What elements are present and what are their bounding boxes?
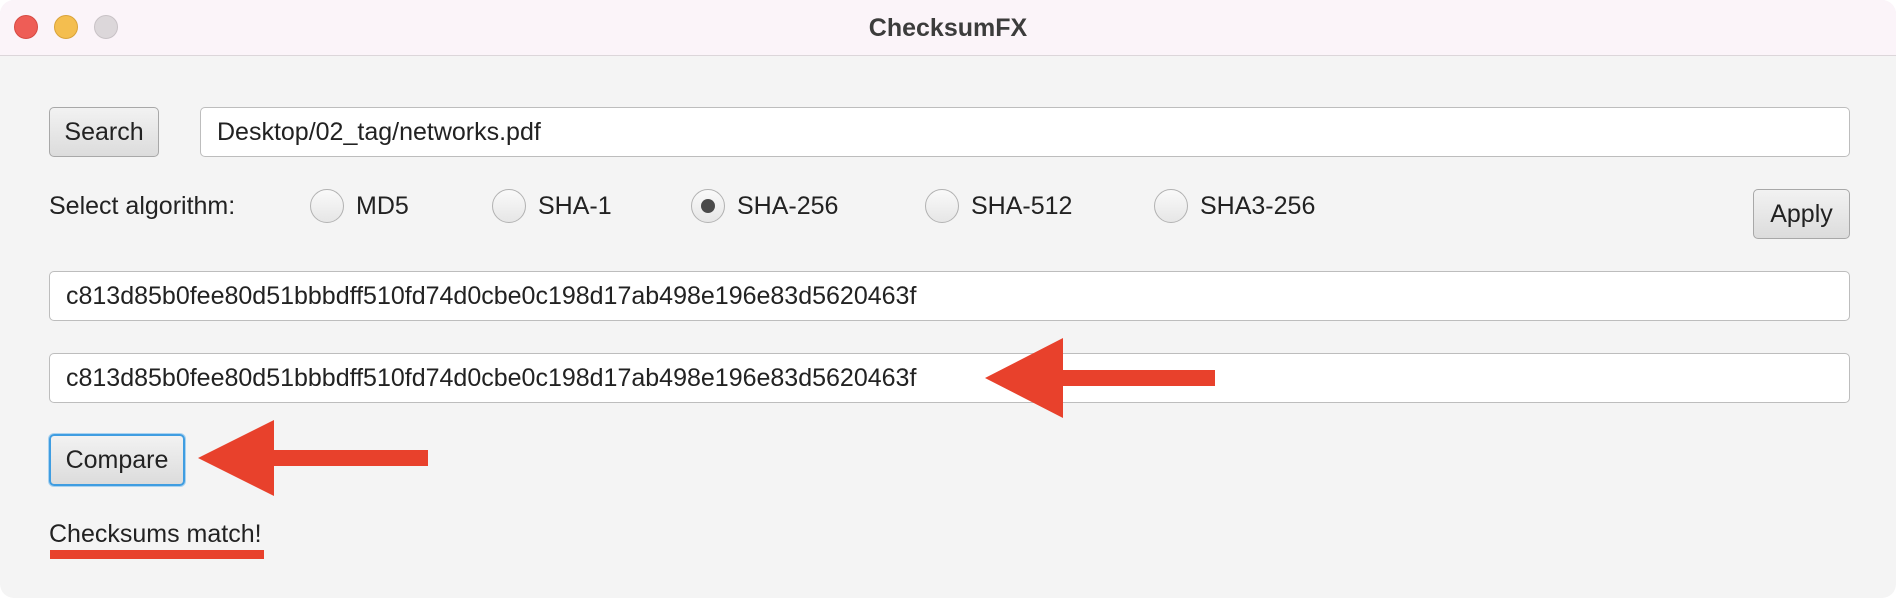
annotation-arrow-left-icon [198,420,428,496]
checksumfx-window: ChecksumFX Search Select algorithm: MD5 … [0,0,1896,598]
annotation-arrow-left-icon [985,338,1215,418]
file-path-input[interactable] [200,107,1850,157]
radio-label: SHA-512 [971,191,1073,220]
annotation-underline [50,550,264,559]
radio-dot-icon [701,199,715,213]
radio-md5[interactable]: MD5 [310,189,409,223]
radio-button-icon[interactable] [310,189,344,223]
radio-label: SHA3-256 [1200,191,1316,220]
radio-sha3-256[interactable]: SHA3-256 [1154,189,1315,223]
computed-hash-field[interactable] [49,271,1850,321]
radio-label: SHA-256 [737,191,839,220]
radio-sha-256[interactable]: SHA-256 [691,189,838,223]
compare-button[interactable]: Compare [49,434,185,486]
radio-button-selected-icon[interactable] [691,189,725,223]
radio-label: MD5 [356,191,409,220]
radio-label: SHA-1 [538,191,612,220]
apply-button[interactable]: Apply [1753,189,1850,239]
radio-sha-512[interactable]: SHA-512 [925,189,1072,223]
expected-hash-input[interactable] [49,353,1850,403]
radio-sha-1[interactable]: SHA-1 [492,189,612,223]
compare-result-text: Checksums match! [49,520,262,548]
window-title: ChecksumFX [868,14,1028,42]
radio-button-icon[interactable] [1154,189,1188,223]
select-algorithm-label: Select algorithm: [49,192,236,220]
radio-button-icon[interactable] [492,189,526,223]
radio-button-icon[interactable] [925,189,959,223]
search-button[interactable]: Search [49,107,159,157]
title-bar: ChecksumFX [0,0,1896,56]
